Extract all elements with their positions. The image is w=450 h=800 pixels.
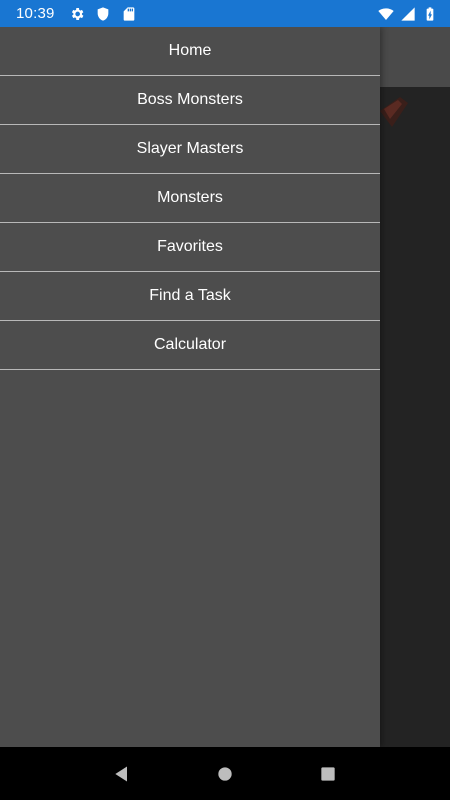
drawer-item-boss-monsters[interactable]: Boss Monsters — [0, 76, 380, 125]
drawer-item-monsters[interactable]: Monsters — [0, 174, 380, 223]
drawer-item-label: Calculator — [153, 336, 227, 353]
drawer-menu: Home Boss Monsters Slayer Masters Monste… — [0, 27, 380, 370]
status-time: 10:39 — [16, 5, 55, 22]
recents-icon[interactable] — [318, 764, 338, 784]
drawer-item-home[interactable]: Home — [0, 27, 380, 76]
drawer-item-label: Find a Task — [149, 287, 231, 304]
settings-icon — [69, 6, 85, 22]
status-bar: 10:39 — [0, 0, 450, 27]
drawer-item-label: Favorites — [157, 238, 223, 255]
wifi-icon — [378, 6, 394, 22]
drawer-item-find-a-task[interactable]: Find a Task — [0, 272, 380, 321]
drawer-item-favorites[interactable]: Favorites — [0, 223, 380, 272]
status-right-group — [378, 6, 438, 22]
back-icon[interactable] — [112, 764, 132, 784]
drawer-item-label: Slayer Masters — [136, 140, 244, 157]
home-icon[interactable] — [215, 764, 235, 784]
drawer-item-label: Monsters — [157, 189, 223, 206]
drawer-item-label: Boss Monsters — [137, 91, 243, 108]
cell-signal-icon — [400, 6, 416, 22]
sd-card-icon — [121, 6, 137, 22]
navigation-drawer: Home Boss Monsters Slayer Masters Monste… — [0, 27, 380, 747]
drawer-item-calculator[interactable]: Calculator — [0, 321, 380, 370]
system-nav-bar — [0, 747, 450, 800]
shield-icon — [95, 6, 111, 22]
status-left-group: 10:39 — [16, 5, 137, 22]
drawer-item-label: Home — [168, 42, 212, 59]
battery-icon — [422, 6, 438, 22]
drawer-item-slayer-masters[interactable]: Slayer Masters — [0, 125, 380, 174]
partial-artwork — [378, 97, 408, 167]
